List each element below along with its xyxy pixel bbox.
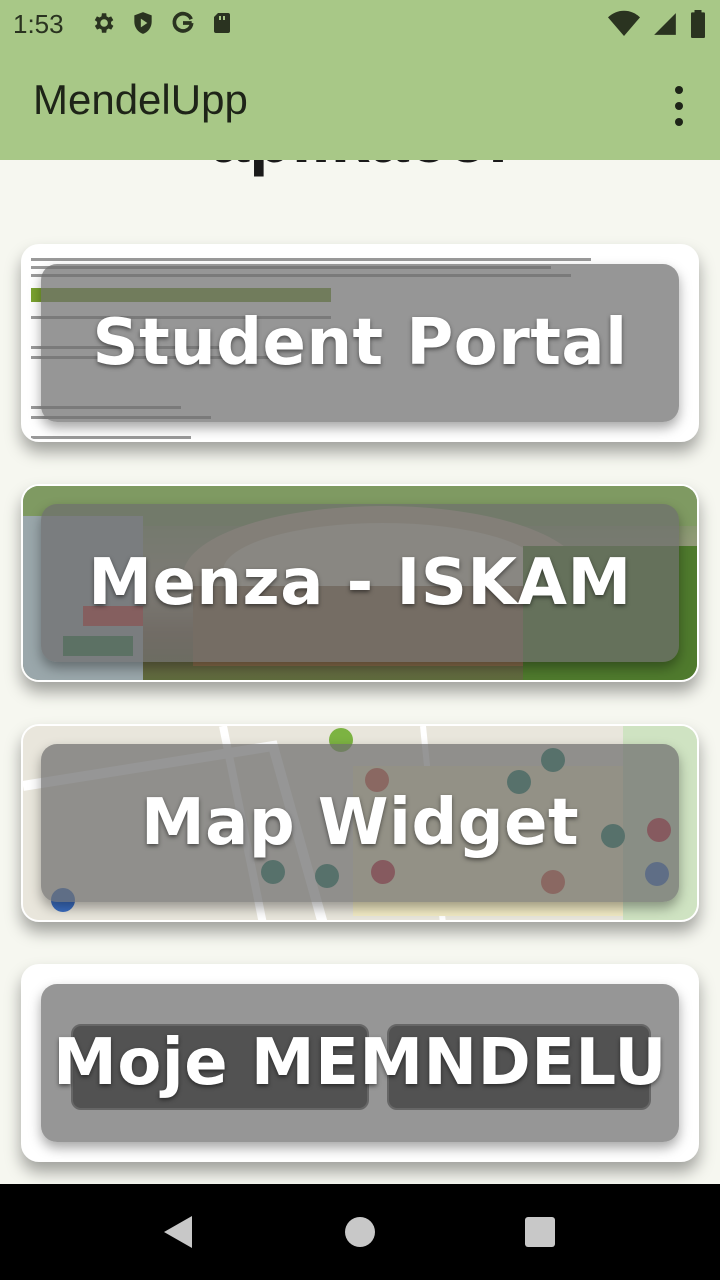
- status-time: 1:53: [13, 9, 64, 39]
- student-portal-card[interactable]: Student Portal: [21, 244, 699, 442]
- battery-icon: [691, 10, 705, 38]
- shield-icon: [134, 12, 152, 34]
- map-widget-card[interactable]: Map Widget: [21, 724, 699, 922]
- app-bar: MendelUpp: [0, 48, 720, 160]
- recents-icon[interactable]: [525, 1217, 555, 1247]
- student-portal-label: Student Portal: [92, 306, 628, 380]
- sd-card-icon: [214, 13, 230, 33]
- more-vert-icon[interactable]: [668, 86, 690, 126]
- page-title: aplikace!: [0, 160, 720, 178]
- app-title: MendelUpp: [33, 76, 248, 123]
- map-widget-label: Map Widget: [140, 786, 580, 860]
- settings-icon: [94, 13, 114, 33]
- moje-mendelu-label: Moje MEMNDELU: [53, 1026, 667, 1100]
- google-g-icon: [172, 11, 194, 33]
- menza-iskam-card[interactable]: Menza - ISKAM: [21, 484, 699, 682]
- home-icon[interactable]: [345, 1217, 375, 1247]
- wifi-icon: [608, 10, 640, 36]
- status-bar: 1:53: [0, 0, 720, 48]
- content-scroll[interactable]: aplikace! Student Portal: [0, 160, 720, 1184]
- signal-icon: [654, 13, 676, 35]
- back-icon[interactable]: [162, 1214, 194, 1250]
- navigation-bar: [0, 1184, 720, 1280]
- moje-mendelu-card[interactable]: Moje MEMNDELU: [21, 964, 699, 1162]
- menza-iskam-label: Menza - ISKAM: [88, 546, 632, 620]
